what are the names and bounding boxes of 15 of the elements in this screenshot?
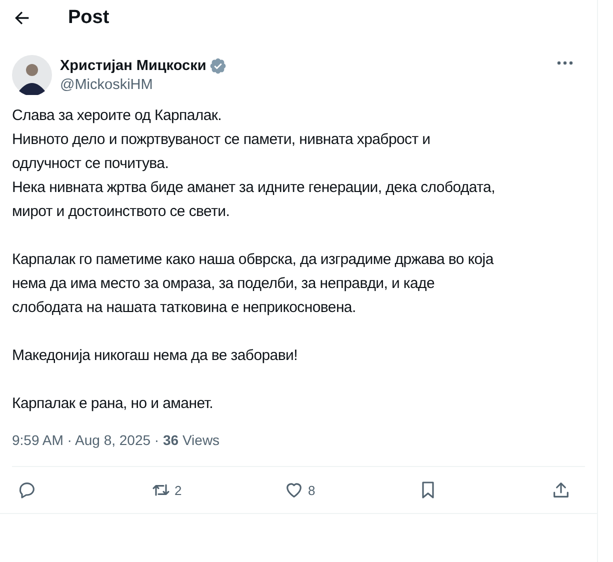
- action-count: 8: [308, 482, 316, 498]
- reply-icon[interactable]: [17, 480, 37, 500]
- post-paragraph: Слава за хероите од Карпалак. Нивното дело и пожртвуваност се памети, нивната храброст и одлучност се почитува. Нека нивната жртва биде аманет за идните генерации, дека слободата, мирот и достоинството се свети.: [12, 106, 496, 222]
- post-paragraph: Карпалак е рана, но и аманет.: [12, 394, 214, 414]
- post-timestamp: 9:59 AM · Aug 8, 2025 · 36 Views: [12, 431, 220, 450]
- author-handle[interactable]: @MickoskiHM: [60, 77, 549, 93]
- heart-icon[interactable]: [284, 480, 304, 500]
- share-icon[interactable]: [551, 480, 571, 500]
- author-name[interactable]: Христијан Мицкоски: [60, 58, 206, 74]
- post-paragraph: Македонија никогаш нема да ве заборави!: [12, 346, 298, 366]
- post-paragraph: Карпалак го паметиме како наша обврска, да изградиме држава во која нема да има место за омраза, за поделби, за неправди, и каде слободата на нашата татковина е неприкосновена.: [12, 250, 495, 318]
- more-options-icon[interactable]: [557, 61, 573, 65]
- page-title: Post: [68, 7, 110, 29]
- action-count: 2: [174, 482, 182, 498]
- avatar[interactable]: [12, 55, 52, 95]
